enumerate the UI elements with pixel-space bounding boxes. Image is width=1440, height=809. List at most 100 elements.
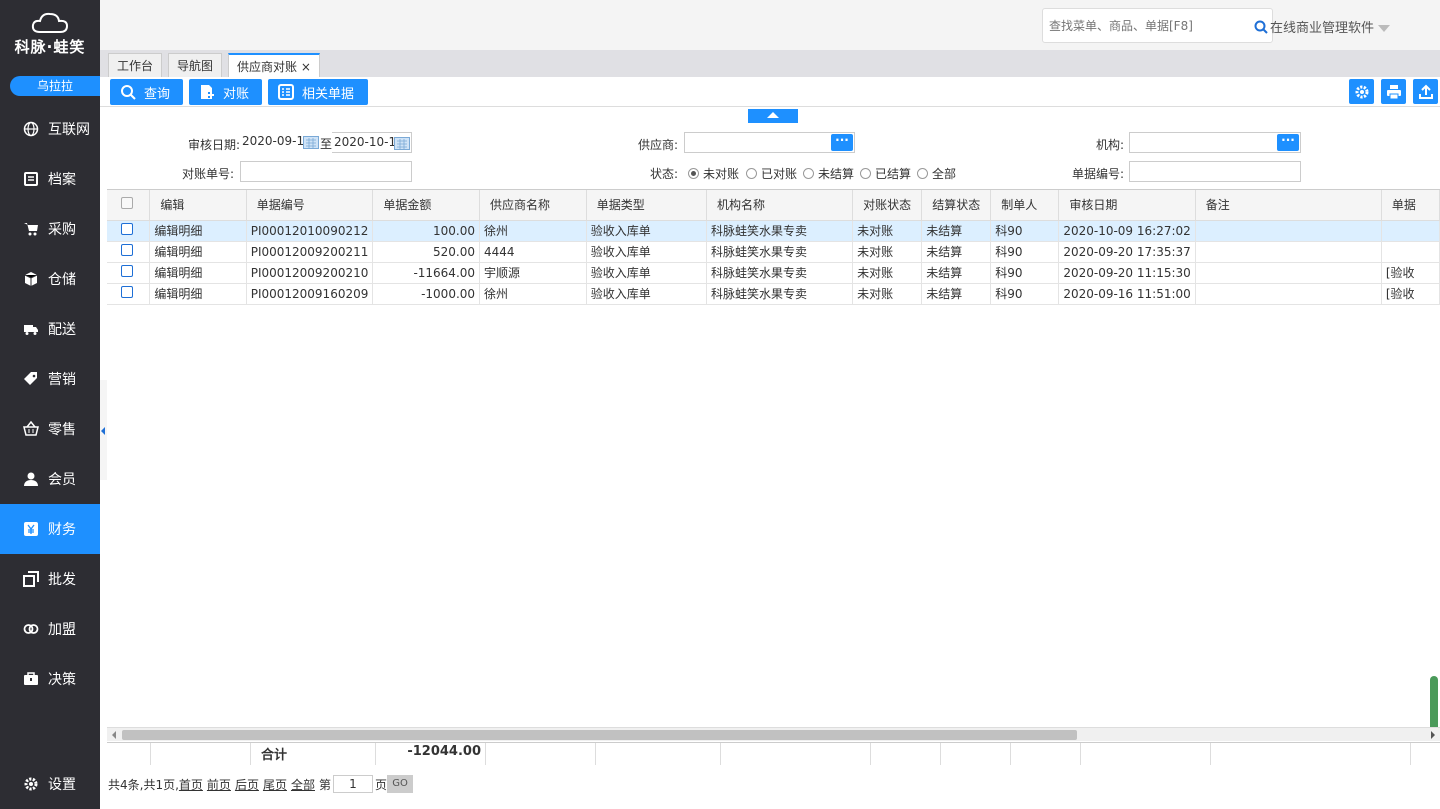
close-icon[interactable]: × <box>301 60 311 74</box>
print-button[interactable] <box>1381 79 1406 104</box>
nav-item-briefcase[interactable]: 决策 <box>0 654 100 704</box>
go-button[interactable]: GO <box>387 775 414 793</box>
status-radio-all[interactable]: 全部 <box>917 165 956 182</box>
nav-label-settings: 设置 <box>48 777 76 793</box>
vertical-scrollbar[interactable] <box>1430 676 1438 732</box>
page-number-input[interactable]: 1 <box>333 775 373 793</box>
nav-item-archive[interactable]: 档案 <box>0 154 100 204</box>
collapse-filter-button[interactable] <box>748 109 798 123</box>
calendar-icon <box>303 136 319 149</box>
scroll-left-icon[interactable] <box>112 731 116 739</box>
date-from-field[interactable]: 2020-09-16 <box>240 132 320 153</box>
col-extra[interactable]: 单据 <box>1381 190 1440 221</box>
cell-edit[interactable]: 编辑明细 <box>149 283 247 305</box>
row-checkbox[interactable] <box>121 223 133 235</box>
pager-summary: 共4条,共1页, <box>108 777 179 792</box>
pager-prev[interactable]: 前页 <box>207 776 231 793</box>
cell-edit[interactable]: 编辑明细 <box>149 220 247 242</box>
query-button[interactable]: 查询 <box>110 79 183 105</box>
recon-no-input[interactable] <box>240 161 412 182</box>
row-select-cell[interactable] <box>107 241 151 263</box>
nav-item-settings[interactable]: 设置 <box>0 759 100 809</box>
pager-first[interactable]: 首页 <box>179 776 203 793</box>
tab-workbench[interactable]: 工作台 <box>108 53 163 77</box>
tab-supplier-reconciliation[interactable]: 供应商对账 × <box>228 53 320 77</box>
search-input[interactable] <box>1043 9 1243 42</box>
pagination: 共4条,共1页, 首页 前页 后页 尾页 全部 第 1 页 GO <box>108 775 414 793</box>
col-settle-status[interactable]: 结算状态 <box>921 190 992 221</box>
nav-item-person[interactable]: 会员 <box>0 454 100 504</box>
nav-item-tag[interactable]: 营销 <box>0 354 100 404</box>
select-all-checkbox[interactable] <box>121 197 133 210</box>
cell-edit[interactable]: 编辑明细 <box>149 241 247 263</box>
col-amount[interactable]: 单据金额 <box>372 190 481 221</box>
col-doc-no[interactable]: 单据编号 <box>246 190 374 221</box>
table-row[interactable]: 编辑明细 PI00012009200211 520.00 4444 验收入库单 科脉蛙笑水… <box>107 241 1440 263</box>
col-edit[interactable]: 编辑 <box>149 190 247 221</box>
row-checkbox[interactable] <box>121 286 133 298</box>
status-radio-unsettled[interactable]: 未结算 <box>803 165 854 182</box>
nav-item-wholesale[interactable]: 批发 <box>0 554 100 604</box>
radio-dot <box>860 168 871 179</box>
cart-icon <box>22 220 40 238</box>
col-maker[interactable]: 制单人 <box>990 190 1060 221</box>
horizontal-scrollbar[interactable] <box>107 727 1440 741</box>
user-badge[interactable]: 乌拉拉 <box>10 76 100 96</box>
col-remark[interactable]: 备注 <box>1195 190 1382 221</box>
cell-doc-no: PI00012009200210 <box>246 262 374 284</box>
select-all-cell[interactable] <box>107 190 151 221</box>
nav-item-globe[interactable]: 互联网 <box>0 104 100 154</box>
org-picker-button[interactable]: ··· <box>1277 134 1299 151</box>
export-button[interactable] <box>1413 79 1438 104</box>
col-audit-date[interactable]: 审核日期 <box>1058 190 1196 221</box>
doc-no-input[interactable] <box>1129 161 1301 182</box>
date-from-value: 2020-09-16 <box>242 134 312 148</box>
pager-last[interactable]: 尾页 <box>263 776 287 793</box>
sidebar-toggle-handle[interactable] <box>100 380 107 480</box>
supplier-picker-button[interactable]: ··· <box>831 134 853 151</box>
reconcile-button[interactable]: 对账 <box>189 79 262 105</box>
status-radio-settled[interactable]: 已结算 <box>860 165 911 182</box>
nav-item-rings[interactable]: 加盟 <box>0 604 100 654</box>
sidebar: 科脉·蛙笑 乌拉拉 互联网 档案 采购 仓储 配送 营销 零售 会员 财务 批发 加盟 决策 设置 <box>0 0 100 809</box>
cell-edit[interactable]: 编辑明细 <box>149 262 247 284</box>
search-icon[interactable] <box>1254 20 1268 37</box>
col-org[interactable]: 机构名称 <box>706 190 854 221</box>
col-recon-status[interactable]: 对账状态 <box>852 190 923 221</box>
settings-button[interactable] <box>1349 79 1374 104</box>
col-doc-type[interactable]: 单据类型 <box>586 190 707 221</box>
col-supplier[interactable]: 供应商名称 <box>479 190 587 221</box>
supplier-field[interactable]: ··· <box>684 132 855 153</box>
cell-settle: 未结算 <box>921 262 992 284</box>
cell-remark <box>1195 241 1382 263</box>
nav-item-box[interactable]: 仓储 <box>0 254 100 304</box>
table-row[interactable]: 编辑明细 PI00012010090212 100.00 徐州 验收入库单 科脉蛙笑水果专… <box>107 220 1440 242</box>
cell-amount: -1000.00 <box>372 283 481 305</box>
global-search[interactable] <box>1042 8 1273 43</box>
row-select-cell[interactable] <box>107 283 151 305</box>
related-docs-button[interactable]: 相关单据 <box>268 79 368 105</box>
tab-navigation[interactable]: 导航图 <box>168 53 223 77</box>
date-to-field[interactable]: 2020-10-15 <box>332 132 412 153</box>
scroll-right-icon[interactable] <box>1431 731 1435 739</box>
status-radio-unreconciled[interactable]: 未对账 <box>688 165 739 182</box>
pager-all[interactable]: 全部 <box>291 776 315 793</box>
cell-org: 科脉蛙笑水果专卖 <box>706 262 854 284</box>
org-field[interactable]: ··· <box>1129 132 1301 153</box>
pager-next[interactable]: 后页 <box>235 776 259 793</box>
nav-item-truck[interactable]: 配送 <box>0 304 100 354</box>
scroll-thumb[interactable] <box>122 730 1077 740</box>
row-checkbox[interactable] <box>121 244 133 256</box>
row-select-cell[interactable] <box>107 220 151 242</box>
nav-item-cart[interactable]: 采购 <box>0 204 100 254</box>
row-select-cell[interactable] <box>107 262 151 284</box>
cell-amount: -11664.00 <box>372 262 481 284</box>
nav-item-yen[interactable]: 财务 <box>0 504 100 554</box>
table-row[interactable]: 编辑明细 PI00012009160209 -1000.00 徐州 验收入库单 科脉蛙笑水… <box>107 283 1440 305</box>
status-radio-reconciled[interactable]: 已对账 <box>746 165 797 182</box>
cell-recon: 未对账 <box>852 283 923 305</box>
product-menu[interactable]: 在线商业管理软件 <box>1270 17 1391 36</box>
nav-item-basket[interactable]: 零售 <box>0 404 100 454</box>
row-checkbox[interactable] <box>121 265 133 277</box>
table-row[interactable]: 编辑明细 PI00012009200210 -11664.00 宇顺源 验收入库单 科脉蛙… <box>107 262 1440 284</box>
